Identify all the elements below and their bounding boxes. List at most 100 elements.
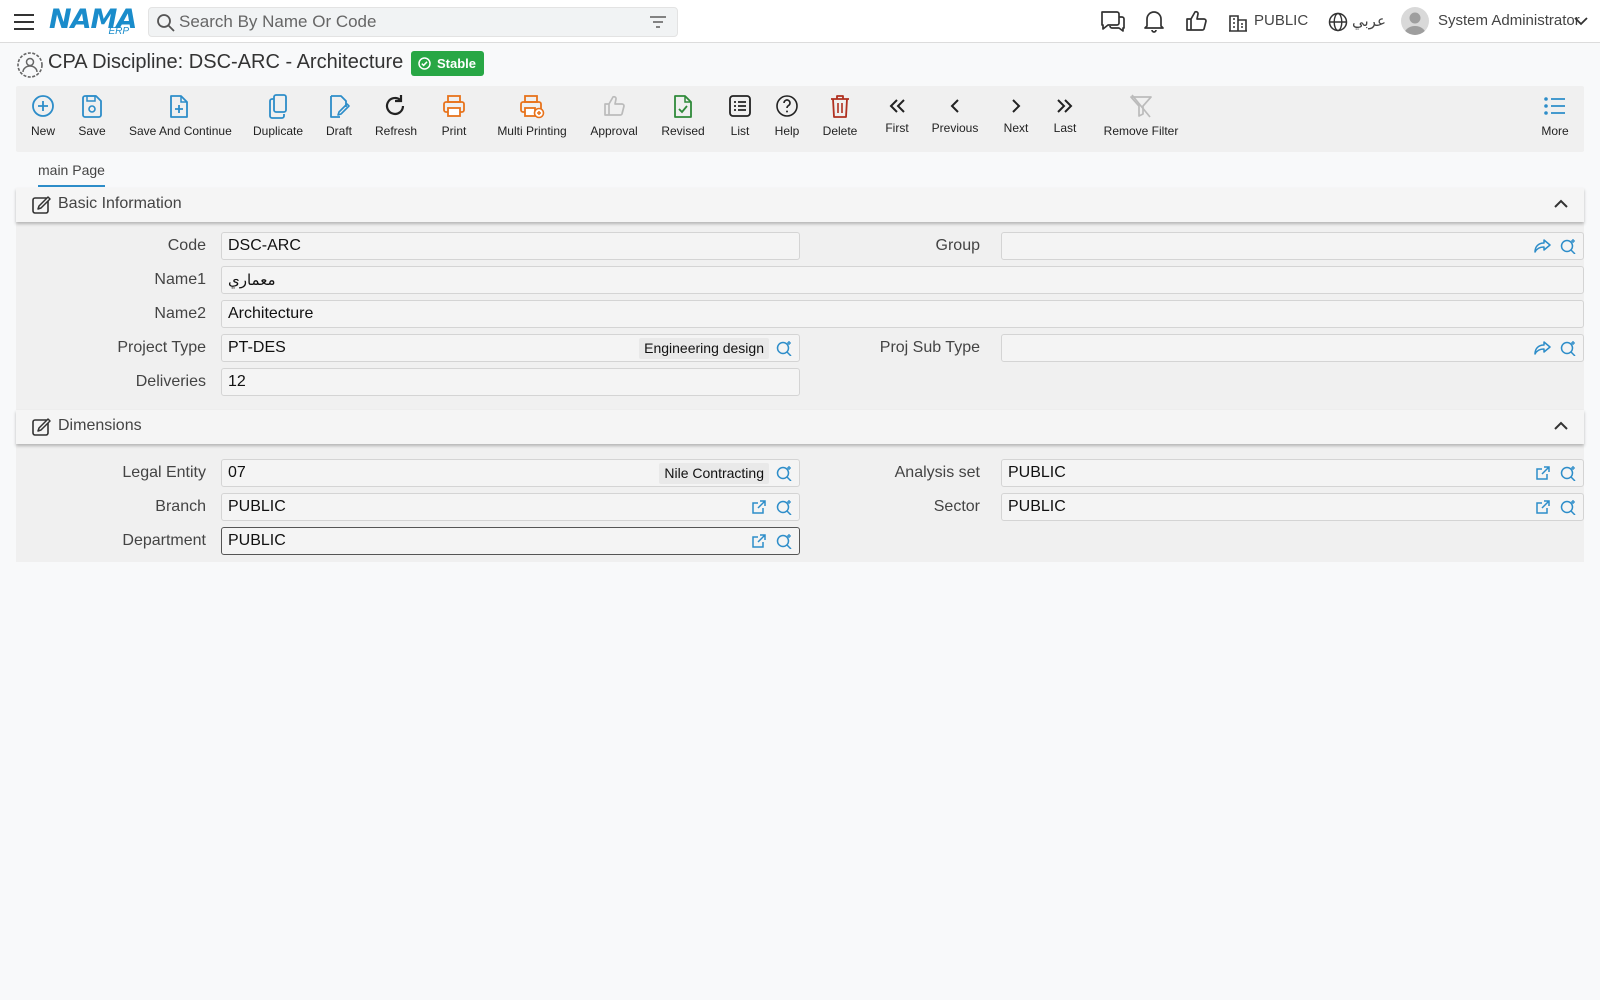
lookup-search-icon[interactable] (1559, 499, 1577, 515)
top-bar: NAMA ERP PUBLIC عربي System Administrato… (0, 0, 1600, 43)
copy-icon (269, 94, 287, 119)
chevron-down-icon[interactable] (1574, 16, 1588, 26)
lookup-search-icon[interactable] (775, 533, 793, 549)
user-name[interactable]: System Administrator (1438, 12, 1580, 29)
hamburger-menu-icon[interactable] (12, 10, 36, 32)
sector-field[interactable]: PUBLIC (1001, 493, 1584, 521)
print-label: Print (441, 124, 467, 138)
company-building-icon[interactable] (1228, 12, 1248, 32)
search-icon (157, 14, 175, 32)
delete-button[interactable]: Delete (822, 92, 858, 138)
save-button[interactable]: Save (78, 92, 106, 138)
department-field[interactable]: PUBLIC (221, 527, 800, 555)
printer-icon (443, 95, 465, 117)
section-title: Dimensions (58, 417, 142, 434)
help-icon (776, 95, 798, 117)
page-title: CPA Discipline: DSC-ARC - Architecture (48, 51, 404, 73)
branch-field[interactable]: PUBLIC (221, 493, 800, 521)
multi-printing-button[interactable]: Multi Printing (496, 92, 568, 138)
branch-value: PUBLIC (228, 498, 286, 515)
lookup-search-icon[interactable] (1559, 238, 1577, 254)
lookup-search-icon[interactable] (1559, 340, 1577, 356)
edit-icon (32, 196, 51, 214)
file-plus-icon (170, 95, 188, 118)
open-link-icon[interactable] (1535, 499, 1551, 515)
search-input[interactable] (179, 11, 629, 33)
tab-main-page[interactable]: main Page (38, 162, 105, 187)
refresh-button[interactable]: Refresh (374, 92, 418, 138)
last-record-button[interactable]: Last (1050, 92, 1080, 135)
more-list-icon (1544, 97, 1565, 115)
list-button[interactable]: List (728, 92, 752, 138)
project-type-field[interactable]: PT-DES Engineering design (221, 334, 800, 362)
chevron-left-icon (950, 99, 959, 113)
filter-off-icon (1130, 94, 1152, 118)
help-button[interactable]: Help (774, 92, 800, 138)
department-label: Department (122, 532, 206, 549)
language-switch[interactable]: عربي (1352, 12, 1386, 30)
previous-record-button[interactable]: Previous (930, 92, 980, 135)
legal-entity-field[interactable]: 07 Nile Contracting (221, 459, 800, 487)
status-badge: Stable (411, 51, 485, 76)
more-button[interactable]: More (1540, 92, 1570, 138)
group-field[interactable] (1001, 232, 1584, 260)
last-label: Last (1053, 121, 1077, 135)
chat-icon[interactable] (1100, 9, 1126, 33)
project-type-value: PT-DES (228, 339, 286, 356)
draft-edit-icon (330, 95, 350, 118)
remove-filter-button[interactable]: Remove Filter (1096, 92, 1186, 138)
revised-button[interactable]: Revised (661, 92, 705, 138)
notification-bell-icon[interactable] (1143, 9, 1165, 33)
code-field[interactable]: DSC-ARC (221, 232, 800, 260)
approval-label: Approval (590, 124, 638, 138)
draft-button[interactable]: Draft (326, 92, 352, 138)
first-label: First (885, 121, 909, 135)
open-link-icon[interactable] (751, 499, 767, 515)
code-label: Code (167, 237, 206, 254)
duplicate-button[interactable]: Duplicate (253, 92, 303, 138)
more-label: More (1541, 124, 1569, 138)
lookup-search-icon[interactable] (1559, 465, 1577, 481)
user-avatar-icon[interactable] (1401, 7, 1429, 35)
approval-button[interactable]: Approval (590, 92, 638, 138)
company-name[interactable]: PUBLIC (1254, 12, 1308, 29)
analysis-set-field[interactable]: PUBLIC (1001, 459, 1584, 487)
chevron-up-icon[interactable] (1554, 421, 1568, 431)
first-record-button[interactable]: First (882, 92, 912, 135)
open-link-icon[interactable] (1535, 465, 1551, 481)
share-icon[interactable] (1533, 340, 1551, 356)
name1-field[interactable]: معماري (221, 266, 1584, 294)
name2-field[interactable]: Architecture (221, 300, 1584, 328)
next-record-button[interactable]: Next (1001, 92, 1031, 135)
save-label: Save (78, 124, 106, 138)
chevron-up-icon[interactable] (1554, 199, 1568, 209)
duplicate-label: Duplicate (253, 124, 304, 138)
double-chevron-left-icon (889, 99, 905, 113)
print-button[interactable]: Print (440, 92, 468, 138)
globe-icon[interactable] (1328, 12, 1348, 32)
project-type-description: Engineering design (639, 338, 769, 359)
dimensions-section: Dimensions Legal Entity 07 Nile Contract… (16, 410, 1584, 562)
deliveries-value: 12 (228, 373, 246, 390)
discipline-icon (17, 52, 43, 78)
branch-label: Branch (155, 498, 206, 515)
open-link-icon[interactable] (751, 533, 767, 549)
edit-icon (32, 418, 51, 436)
thumbs-up-icon[interactable] (1184, 9, 1208, 33)
deliveries-field[interactable]: 12 (221, 368, 800, 396)
save-and-continue-button[interactable]: Save And Continue (129, 92, 232, 138)
new-button[interactable]: New (31, 92, 55, 138)
legal-entity-value: 07 (228, 464, 246, 481)
section-title: Basic Information (58, 195, 182, 212)
dimensions-header[interactable]: Dimensions (16, 410, 1584, 444)
basic-information-header[interactable]: Basic Information (16, 188, 1584, 222)
plus-circle-icon (32, 95, 54, 117)
department-value: PUBLIC (228, 532, 286, 549)
draft-label: Draft (326, 124, 353, 138)
share-icon[interactable] (1533, 238, 1551, 254)
filter-icon[interactable] (649, 15, 667, 29)
proj-sub-type-field[interactable] (1001, 334, 1584, 362)
app-logo[interactable]: NAMA ERP (49, 4, 137, 38)
remove-filter-label: Remove Filter (1103, 124, 1179, 138)
name1-value: معماري (228, 271, 276, 289)
